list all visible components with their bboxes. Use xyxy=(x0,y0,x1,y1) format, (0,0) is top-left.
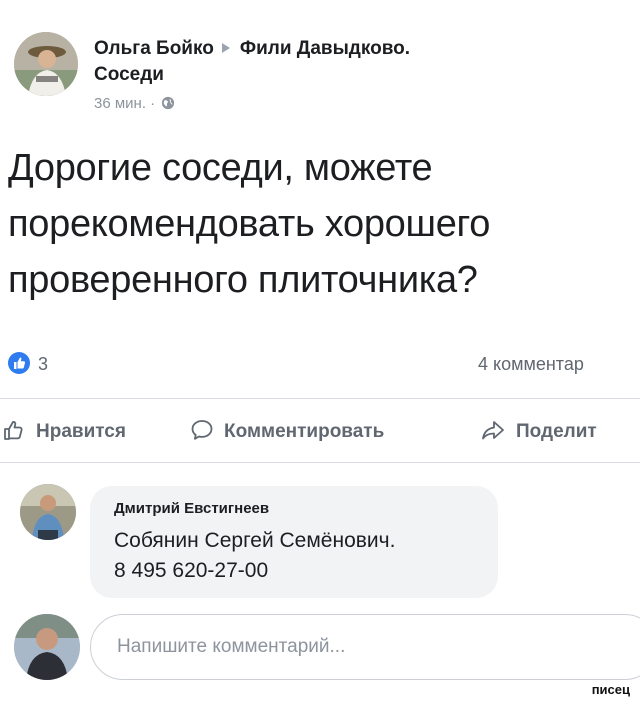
like-count[interactable]: 3 xyxy=(38,352,48,376)
post-header: Ольга Бойко Фили Давыдково. Соседи 36 мин… xyxy=(14,30,634,130)
author-avatar[interactable] xyxy=(14,32,78,96)
comment-button[interactable]: Комментировать xyxy=(190,416,384,448)
thumbs-up-outline-icon xyxy=(4,421,23,441)
like-button[interactable]: Нравится xyxy=(2,416,126,448)
commenter-avatar[interactable] xyxy=(20,484,76,540)
group-name-continued[interactable]: Соседи xyxy=(94,62,614,88)
avatar-icon xyxy=(14,32,78,96)
avatar-icon xyxy=(14,614,80,680)
comment-bubble: Дмитрий Евстигнеев Собянин Сергей Семёно… xyxy=(90,486,498,598)
meta-separator: · xyxy=(150,95,156,112)
comment-count[interactable]: 4 комментар xyxy=(478,352,584,376)
post-time[interactable]: 36 мин. xyxy=(94,95,146,112)
comment-text-line: Собянин Сергей Семёнович. xyxy=(114,529,396,552)
arrow-right-icon xyxy=(221,42,230,53)
avatar-icon xyxy=(20,484,76,540)
share-button[interactable]: Поделит xyxy=(480,416,597,448)
post-screenshot: Ольга Бойко Фили Давыдково. Соседи 36 мин… xyxy=(0,0,640,702)
post-meta: 36 мин. · xyxy=(94,94,614,114)
comment-text-line: 8 495 620-27-00 xyxy=(114,559,269,582)
current-user-avatar xyxy=(14,614,80,680)
like-button-label: Нравится xyxy=(36,421,126,442)
watermark: писец xyxy=(589,682,632,698)
group-name[interactable]: Фили Давыдково. xyxy=(240,38,410,59)
comment-author[interactable]: Дмитрий Евстигнеев xyxy=(114,500,269,517)
post-body-line: порекомендовать хорошего xyxy=(8,203,491,245)
comment-button-label: Комментировать xyxy=(224,421,385,442)
share-button-label: Поделит xyxy=(516,421,597,442)
header-text: Ольга Бойко Фили Давыдково. Соседи 36 мин… xyxy=(94,36,614,114)
globe-icon xyxy=(162,96,175,110)
post-body: Дорогие соседи, можете порекомендовать х… xyxy=(8,140,633,308)
comment-input[interactable] xyxy=(90,614,640,680)
post-actions: Нравится Комментировать Поделит xyxy=(0,412,640,452)
share-arrow-icon xyxy=(482,421,504,440)
thumbs-up-icon[interactable] xyxy=(8,352,30,374)
reactions-summary: 3 4 комментар xyxy=(8,350,640,378)
divider xyxy=(0,398,640,399)
speech-bubble-icon xyxy=(191,420,213,441)
author-name[interactable]: Ольга Бойко xyxy=(94,38,214,59)
comment-text: Собянин Сергей Семёнович. 8 495 620-27-0… xyxy=(114,526,494,586)
post-body-line: проверенного плиточника? xyxy=(8,259,478,301)
divider xyxy=(0,462,640,463)
post-body-line: Дорогие соседи, можете xyxy=(8,147,433,189)
